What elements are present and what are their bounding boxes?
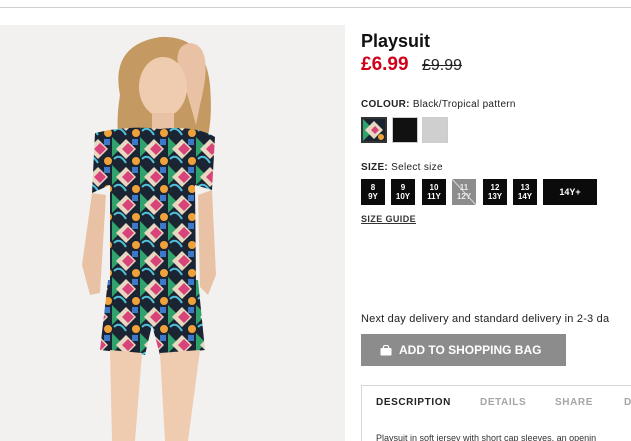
product-tabs: DESCRIPTION DETAILS SHARE D Playsuit in … [361, 385, 631, 441]
size-line1: 12 [490, 183, 500, 192]
tab-more[interactable]: D [624, 397, 631, 408]
shopping-bag-icon [380, 344, 392, 355]
size-button-13-14y[interactable]: 13 14Y [513, 179, 537, 205]
tab-share[interactable]: SHARE [555, 397, 593, 408]
colour-swatch-grey[interactable] [422, 117, 448, 143]
product-image[interactable] [0, 25, 345, 441]
size-button-10-11y[interactable]: 10 11Y [422, 179, 446, 205]
product-info-panel: Playsuit £6.99 £9.99 COLOUR: Black/Tropi… [361, 0, 631, 441]
size-line1: 8 [370, 183, 376, 192]
colour-value: Black/Tropical pattern [412, 99, 516, 110]
size-line1: 13 [520, 183, 530, 192]
size-line2: 11Y [427, 192, 441, 201]
add-to-shopping-bag-button[interactable]: ADD TO SHOPPING BAG [361, 334, 566, 366]
colour-label: COLOUR: [361, 99, 410, 110]
size-line1: 11 [459, 183, 469, 192]
add-to-bag-label: ADD TO SHOPPING BAG [399, 343, 542, 357]
size-line1: 10 [429, 183, 439, 192]
size-line2: 13Y [487, 192, 503, 201]
size-line1: 9 [400, 183, 406, 192]
size-label-row: SIZE: Select size [361, 162, 443, 173]
colour-swatch-tropical[interactable] [361, 117, 387, 143]
size-line1: 14Y+ [559, 186, 581, 197]
size-line2: 10Y [395, 192, 411, 201]
size-button-8-9y[interactable]: 8 9Y [361, 179, 385, 205]
model-illustration [82, 36, 216, 441]
product-title: Playsuit [361, 31, 431, 51]
tab-details[interactable]: DETAILS [480, 397, 526, 408]
size-button-14y-plus[interactable]: 14Y+ [543, 179, 597, 205]
size-line2: 9Y [368, 192, 378, 201]
tropical-pattern-swatch-image [363, 119, 385, 141]
size-line2: 12Y [456, 192, 472, 201]
delivery-info: Next day delivery and standard delivery … [361, 313, 610, 325]
description-text: Playsuit in soft jersey with short cap s… [376, 433, 597, 441]
size-button-11-12y-unavailable[interactable]: 11 12Y [452, 179, 476, 205]
colour-label-row: COLOUR: Black/Tropical pattern [361, 99, 516, 110]
sale-price: £6.99 [361, 54, 409, 75]
size-button-12-13y[interactable]: 12 13Y [483, 179, 507, 205]
tab-description[interactable]: DESCRIPTION [376, 397, 451, 408]
colour-swatch-black[interactable] [392, 117, 418, 143]
size-button-9-10y[interactable]: 9 10Y [391, 179, 415, 205]
size-label: SIZE: [361, 162, 389, 173]
size-guide-link[interactable]: SIZE GUIDE [361, 214, 416, 224]
size-value: Select size [391, 162, 443, 173]
size-line2: 14Y [517, 192, 533, 201]
original-price: £9.99 [422, 57, 463, 74]
